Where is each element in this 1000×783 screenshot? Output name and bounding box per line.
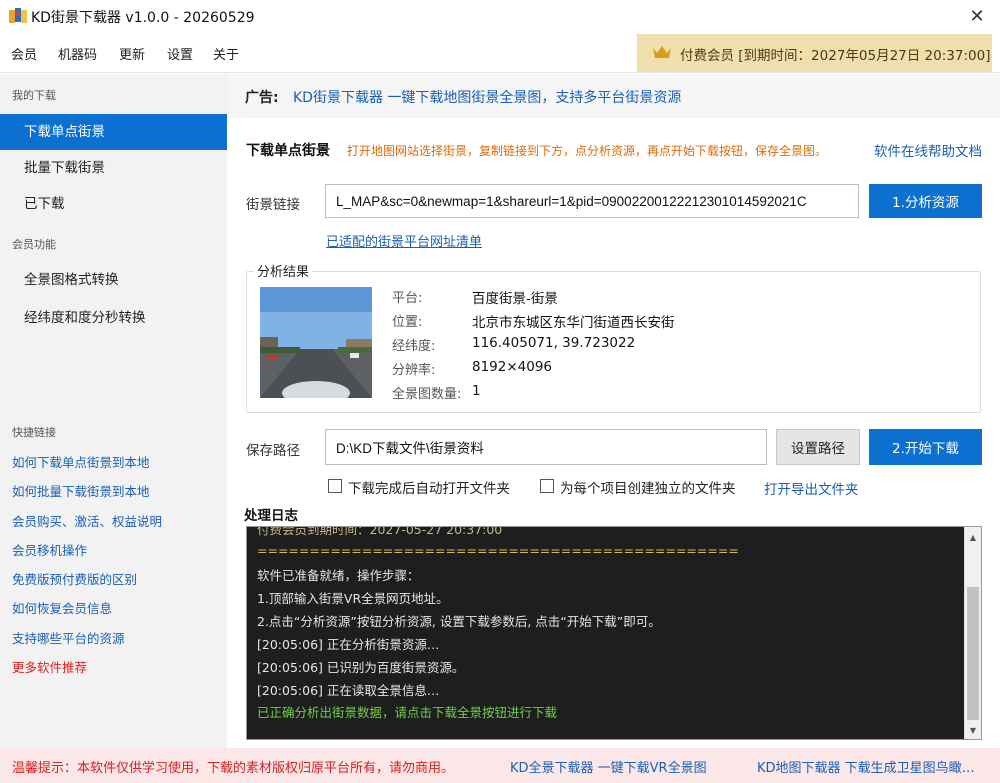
sidebar-item-downloaded[interactable]: 已下载	[0, 186, 227, 222]
vip-expiry-text: 付费会员 [到期时间：2027年05月27日 20:37:00]	[680, 48, 991, 64]
set-path-button[interactable]: 设置路径	[776, 429, 860, 465]
footer-link-panorama-downloader[interactable]: KD全景下载器 一键下载VR全景图	[510, 757, 707, 776]
result-legend: 分析结果	[254, 261, 313, 280]
vip-status-banner[interactable]: 付费会员 [到期时间：2027年05月27日 20:37:00]	[637, 34, 992, 72]
menu-settings[interactable]: 设置	[167, 44, 193, 63]
separate-folder-label[interactable]: 为每个项目创建独立的文件夹	[560, 477, 736, 497]
log-scrollbar[interactable]: ▲ ▼	[964, 527, 981, 739]
result-count-value: 1	[472, 383, 481, 399]
platform-list-link[interactable]: 已适配的街景平台网址清单	[326, 231, 482, 250]
log-line: 软件已准备就绪，操作步骤：	[257, 568, 420, 583]
result-resolution-value: 8192×4096	[472, 359, 553, 375]
result-platform-key: 平台:	[392, 291, 423, 306]
save-path-label: 保存路径	[246, 443, 300, 459]
street-view-thumbnail	[260, 287, 372, 398]
sidebar-section-member: 会员功能	[12, 238, 56, 251]
crown-icon	[653, 46, 671, 58]
log-title: 处理日志	[244, 508, 298, 524]
menu-member[interactable]: 会员	[11, 44, 37, 63]
log-scroll-thumb[interactable]	[967, 587, 979, 720]
footer-bar: 温馨提示：本软件仅供学习使用，下载的素材版权归原平台所有，请勿商用。 KD全景下…	[0, 748, 1000, 783]
footer-link-map-downloader[interactable]: KD地图下载器 下载生成卫星图鸟瞰…	[757, 757, 975, 776]
download-hint: 打开地图网站选择街景，复制链接到下方，点分析资源，再点开始下载按钮，保存全景图。	[347, 144, 828, 158]
open-export-folder-link[interactable]: 打开导出文件夹	[764, 478, 859, 498]
quick-link-batch-download[interactable]: 如何批量下载街景到本地	[12, 481, 150, 500]
menu-update[interactable]: 更新	[119, 44, 145, 63]
save-path-input[interactable]: D:\KD下载文件\街景资料	[325, 429, 767, 465]
app-logo-icon	[9, 8, 27, 23]
sidebar-item-format-convert[interactable]: 全景图格式转换	[0, 262, 227, 298]
sidebar-item-coordinate-convert[interactable]: 经纬度和度分秒转换	[0, 300, 227, 336]
menu-about[interactable]: 关于	[213, 44, 239, 63]
result-location-key: 位置:	[392, 315, 423, 330]
ad-bar[interactable]: 广告: KD街景下载器 一键下载地图街景全景图，支持多平台街景资源	[227, 74, 1000, 118]
quick-link-more-software[interactable]: 更多软件推荐	[12, 657, 87, 676]
log-line: 付费会员到期时间：2027-05-27 20:37:00	[257, 526, 503, 537]
sidebar: 我的下载 下载单点街景 批量下载街景 已下载 会员功能 全景图格式转换 经纬度和…	[0, 74, 227, 748]
result-resolution-key: 分辨率:	[392, 363, 436, 378]
url-input[interactable]: L_MAP&sc=0&newmap=1&shareurl=1&pid=09002…	[325, 184, 859, 218]
quick-link-single-download[interactable]: 如何下载单点街景到本地	[12, 452, 150, 471]
log-line: [20:05:06] 已识别为百度街景资源。	[257, 660, 465, 675]
auto-open-folder-label[interactable]: 下载完成后自动打开文件夹	[348, 477, 510, 497]
analyze-button[interactable]: 1.分析资源	[869, 184, 982, 218]
log-line: [20:05:06] 正在分析街景资源…	[257, 637, 440, 652]
sidebar-section-quick-links: 快捷链接	[12, 426, 56, 439]
quick-link-restore-member[interactable]: 如何恢复会员信息	[12, 598, 112, 617]
window-title: KD街景下载器 v1.0.0 - 20260529	[31, 10, 255, 26]
title-bar: KD街景下载器 v1.0.0 - 20260529 ✕	[0, 0, 1000, 33]
ad-label: 广告:	[245, 90, 279, 106]
auto-open-folder-checkbox[interactable]	[328, 479, 342, 493]
sidebar-item-batch-download[interactable]: 批量下载街景	[0, 150, 227, 186]
scroll-up-icon[interactable]: ▲	[965, 529, 981, 545]
result-location-value: 北京市东城区东华门街道西长安街	[472, 315, 675, 331]
result-platform-value: 百度街景-街景	[472, 291, 558, 307]
close-window-button[interactable]: ✕	[954, 0, 1000, 33]
scroll-down-icon[interactable]: ▼	[965, 722, 981, 738]
quick-link-free-vs-paid[interactable]: 免费版预付费版的区别	[12, 569, 137, 588]
quick-link-platforms[interactable]: 支持哪些平台的资源	[12, 628, 125, 647]
close-icon: ✕	[969, 6, 985, 27]
start-download-button[interactable]: 2.开始下载	[869, 429, 982, 465]
url-label: 街景链接	[246, 197, 300, 213]
sidebar-item-single-download[interactable]: 下载单点街景	[0, 114, 227, 150]
ad-text[interactable]: KD街景下载器 一键下载地图街景全景图，支持多平台街景资源	[293, 87, 681, 107]
quick-link-migrate[interactable]: 会员移机操作	[12, 540, 87, 559]
result-coords-value: 116.405071, 39.723022	[472, 335, 636, 351]
log-line: 1.顶部输入街景VR全景网页地址。	[257, 591, 449, 606]
menu-machine-code[interactable]: 机器码	[58, 44, 97, 63]
log-line: 已正确分析出街景数据，请点击下载全景按钮进行下载	[257, 705, 558, 720]
log-line: ========================================…	[257, 543, 739, 558]
result-count-key: 全景图数量:	[392, 387, 462, 402]
footer-warning: 温馨提示：本软件仅供学习使用，下载的素材版权归原平台所有，请勿商用。	[12, 761, 455, 776]
result-coords-key: 经纬度:	[392, 339, 436, 354]
quick-link-membership[interactable]: 会员购买、激活、权益说明	[12, 511, 162, 530]
help-doc-link[interactable]: 软件在线帮助文档	[874, 140, 982, 160]
save-path-value: D:\KD下载文件\街景资料	[336, 441, 484, 456]
url-input-value: L_MAP&sc=0&newmap=1&shareurl=1&pid=09002…	[336, 193, 807, 209]
sidebar-section-downloads: 我的下载	[12, 89, 56, 102]
separate-folder-checkbox[interactable]	[540, 479, 554, 493]
log-panel[interactable]: 付费会员到期时间：2027-05-27 20:37:00 ===========…	[246, 526, 982, 740]
download-section-title: 下载单点街景	[246, 143, 330, 159]
log-line: 2.点击“分析资源”按钮分析资源, 设置下载参数后, 点击“开始下载”即可。	[257, 614, 661, 629]
log-line: [20:05:06] 正在读取全景信息…	[257, 683, 440, 698]
